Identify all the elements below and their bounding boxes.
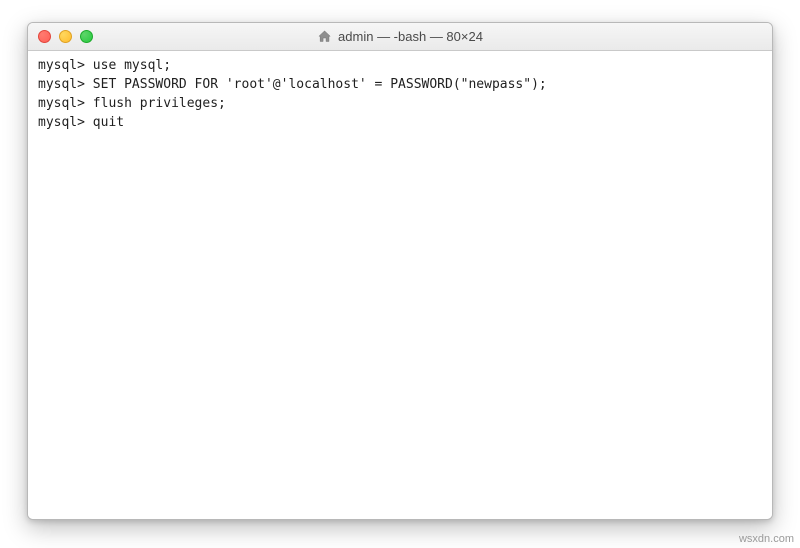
command-text: quit	[93, 115, 124, 130]
window-title: admin — -bash — 80×24	[338, 29, 483, 44]
terminal-line: mysql> flush privileges;	[38, 95, 762, 114]
window-title-group: admin — -bash — 80×24	[317, 29, 483, 44]
minimize-button[interactable]	[59, 30, 72, 43]
maximize-button[interactable]	[80, 30, 93, 43]
home-icon	[317, 29, 332, 44]
terminal-line: mysql> SET PASSWORD FOR 'root'@'localhos…	[38, 76, 762, 95]
command-text: use mysql;	[93, 58, 171, 73]
watermark: wsxdn.com	[739, 533, 794, 545]
terminal-window: admin — -bash — 80×24 mysql> use mysql;m…	[27, 22, 773, 520]
traffic-lights	[38, 30, 93, 43]
terminal-body[interactable]: mysql> use mysql;mysql> SET PASSWORD FOR…	[28, 51, 772, 519]
prompt: mysql>	[38, 115, 85, 130]
terminal-line: mysql> use mysql;	[38, 57, 762, 76]
prompt: mysql>	[38, 58, 85, 73]
command-text: SET PASSWORD FOR 'root'@'localhost' = PA…	[93, 77, 547, 92]
prompt: mysql>	[38, 77, 85, 92]
prompt: mysql>	[38, 96, 85, 111]
close-button[interactable]	[38, 30, 51, 43]
terminal-line: mysql> quit	[38, 114, 762, 133]
command-text: flush privileges;	[93, 96, 226, 111]
window-titlebar[interactable]: admin — -bash — 80×24	[28, 23, 772, 51]
